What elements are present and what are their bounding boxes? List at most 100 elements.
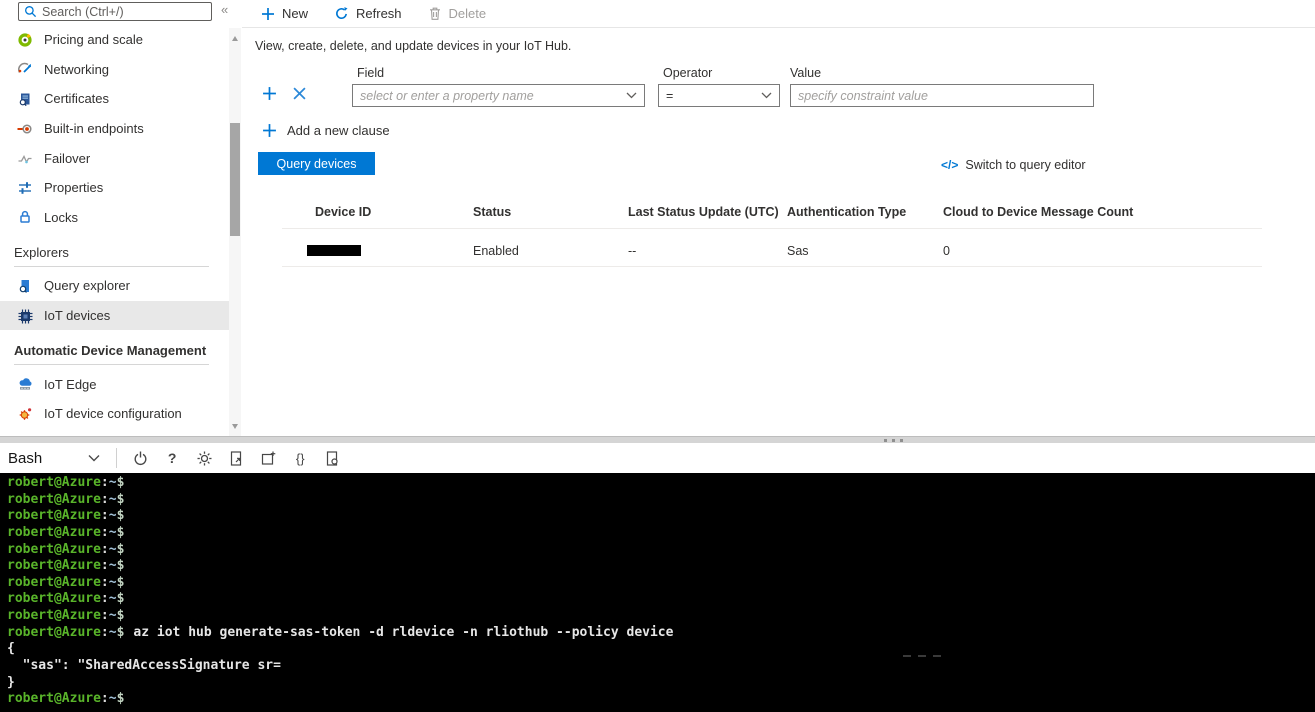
collapse-sidebar-icon[interactable]: « bbox=[221, 2, 228, 17]
sidebar-item-networking[interactable]: Networking bbox=[0, 55, 229, 85]
refresh-button[interactable]: Refresh bbox=[334, 6, 402, 21]
delete-button[interactable]: Delete bbox=[428, 6, 487, 21]
restart-shell-icon[interactable] bbox=[131, 449, 149, 467]
iot-devices-icon bbox=[17, 308, 33, 324]
field-dropdown[interactable]: select or enter a property name bbox=[352, 84, 645, 107]
value-input[interactable]: specify constraint value bbox=[790, 84, 1094, 107]
drag-handle-icon bbox=[884, 439, 903, 442]
value-placeholder: specify constraint value bbox=[798, 89, 928, 103]
pane-description: View, create, delete, and update devices… bbox=[255, 39, 571, 53]
sidebar-item-label: Built-in endpoints bbox=[44, 121, 144, 136]
sidebar-item-label: IoT Edge bbox=[44, 377, 97, 392]
cloud-shell-toolbar: Bash ? {} bbox=[0, 443, 1315, 473]
delete-button-label: Delete bbox=[449, 6, 487, 21]
sidebar-item-built-in-endpoints[interactable]: Built-in endpoints bbox=[0, 114, 229, 144]
terminal-output-line: "sas": "SharedAccessSignature sr= bbox=[7, 658, 1315, 675]
sidebar-item-label: Networking bbox=[44, 62, 109, 77]
terminal-prompt-line: robert@Azure:~$ bbox=[7, 492, 1315, 509]
cell-status: Enabled bbox=[473, 244, 519, 258]
upload-download-files-icon[interactable] bbox=[227, 449, 245, 467]
table-row-divider bbox=[282, 266, 1262, 267]
properties-icon bbox=[17, 180, 33, 196]
sidebar-item-label: Failover bbox=[44, 151, 90, 166]
chevron-down-icon bbox=[761, 92, 772, 99]
column-header-c2d-message-count: Cloud to Device Message Count bbox=[943, 205, 1133, 219]
column-header-authentication-type: Authentication Type bbox=[787, 205, 906, 219]
terminal-prompt-line: robert@Azure:~$ bbox=[7, 508, 1315, 525]
iot-devices-pane: New Refresh Delete View, create, delete,… bbox=[242, 0, 1315, 437]
shell-selector-chevron-icon[interactable] bbox=[88, 454, 100, 462]
sidebar-scrollbar-thumb[interactable] bbox=[230, 123, 240, 236]
terminal-output-line: } bbox=[7, 675, 1315, 692]
settings-gear-icon[interactable] bbox=[195, 449, 213, 467]
azure-portal-iot-hub-page: Search (Ctrl+/) « Pricing and scale Netw… bbox=[0, 0, 1315, 712]
built-in-endpoints-icon bbox=[17, 121, 33, 137]
pricing-and-scale-icon bbox=[17, 32, 33, 48]
chevron-down-icon bbox=[626, 92, 637, 99]
field-label: Field bbox=[357, 66, 384, 80]
open-editor-icon[interactable]: {} bbox=[291, 449, 309, 467]
column-header-device-id: Device ID bbox=[315, 205, 371, 219]
terminal-prompt-line: robert@Azure:~$ bbox=[7, 608, 1315, 625]
new-button-label: New bbox=[282, 6, 308, 21]
terminal-prompt-line: robert@Azure:~$ bbox=[7, 591, 1315, 608]
field-placeholder: select or enter a property name bbox=[360, 89, 534, 103]
sidebar-item-pricing-and-scale[interactable]: Pricing and scale bbox=[0, 25, 229, 55]
new-session-icon[interactable] bbox=[259, 449, 277, 467]
switch-to-query-editor-label: Switch to query editor bbox=[965, 158, 1085, 172]
cloud-shell-resize-handle[interactable] bbox=[0, 436, 1315, 443]
column-header-status: Status bbox=[473, 205, 511, 219]
shell-selector[interactable]: Bash bbox=[8, 450, 42, 467]
remove-clause-x-icon[interactable] bbox=[293, 87, 306, 100]
add-new-clause-link[interactable]: Add a new clause bbox=[262, 123, 390, 138]
terminal-prompt-line: robert@Azure:~$ bbox=[7, 475, 1315, 492]
sidebar-item-query-explorer[interactable]: Query explorer bbox=[0, 271, 229, 301]
sidebar-scrollbar[interactable] bbox=[229, 28, 241, 437]
code-icon: </> bbox=[941, 158, 958, 172]
scroll-up-icon[interactable] bbox=[232, 36, 238, 41]
sidebar-item-iot-devices[interactable]: IoT devices bbox=[0, 301, 229, 331]
device-id-redacted bbox=[307, 245, 361, 256]
add-new-clause-label: Add a new clause bbox=[287, 123, 390, 138]
iot-edge-icon bbox=[17, 376, 33, 392]
cell-authentication-type: Sas bbox=[787, 244, 809, 258]
terminal-output-line: { bbox=[7, 641, 1315, 658]
operator-label: Operator bbox=[663, 66, 712, 80]
sidebar-section-explorers: Explorers bbox=[0, 232, 229, 264]
search-input[interactable]: Search (Ctrl+/) bbox=[18, 2, 212, 21]
help-icon[interactable]: ? bbox=[163, 449, 181, 467]
iot-device-configuration-icon bbox=[17, 406, 33, 422]
refresh-button-label: Refresh bbox=[356, 6, 402, 21]
cloud-shell-terminal[interactable]: robert@Azure:~$ robert@Azure:~$ robert@A… bbox=[0, 473, 1315, 712]
query-devices-button[interactable]: Query devices bbox=[258, 152, 375, 175]
sidebar-item-locks[interactable]: Locks bbox=[0, 203, 229, 233]
sidebar-nav: Pricing and scale Networking Certificate… bbox=[0, 25, 229, 437]
sidebar-item-properties[interactable]: Properties bbox=[0, 173, 229, 203]
sidebar-item-label: Pricing and scale bbox=[44, 32, 143, 47]
web-preview-icon[interactable] bbox=[323, 449, 341, 467]
add-clause-plus-icon[interactable] bbox=[262, 86, 277, 101]
terminal-prompt-line: robert@Azure:~$ bbox=[7, 558, 1315, 575]
terminal-command-line: robert@Azure:~$az iot hub generate-sas-t… bbox=[7, 625, 1315, 642]
terminal-prompt-line: robert@Azure:~$ bbox=[7, 691, 1315, 708]
clause-actions bbox=[262, 86, 306, 101]
sidebar-item-label: Certificates bbox=[44, 91, 109, 106]
locks-icon bbox=[17, 209, 33, 225]
section-divider bbox=[14, 364, 209, 365]
terminal-prompt-line: robert@Azure:~$ bbox=[7, 542, 1315, 559]
sidebar-item-failover[interactable]: Failover bbox=[0, 143, 229, 173]
plus-icon bbox=[262, 123, 277, 138]
sidebar-item-label: IoT devices bbox=[44, 308, 110, 323]
sidebar-item-label: Query explorer bbox=[44, 278, 130, 293]
operator-dropdown[interactable]: = bbox=[658, 84, 780, 107]
new-button[interactable]: New bbox=[261, 6, 308, 21]
sidebar-item-iot-edge[interactable]: IoT Edge bbox=[0, 369, 229, 399]
sidebar-item-iot-device-configuration[interactable]: IoT device configuration bbox=[0, 399, 229, 429]
terminal-command: az iot hub generate-sas-token -d rldevic… bbox=[133, 625, 673, 640]
scroll-down-icon[interactable] bbox=[232, 424, 238, 429]
sidebar-item-certificates[interactable]: Certificates bbox=[0, 84, 229, 114]
refresh-icon bbox=[334, 6, 349, 21]
sidebar-item-label: Locks bbox=[44, 210, 78, 225]
switch-to-query-editor-link[interactable]: </> Switch to query editor bbox=[941, 158, 1086, 172]
cell-last-status-update: -- bbox=[628, 244, 636, 258]
